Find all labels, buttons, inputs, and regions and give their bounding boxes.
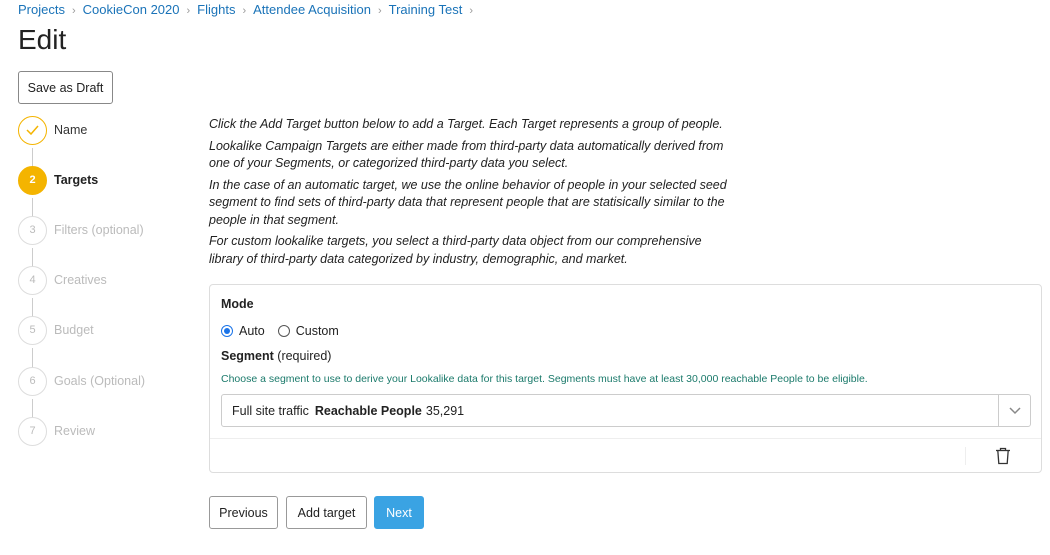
step-label: Creatives (54, 273, 107, 287)
card-divider (210, 438, 1041, 439)
step-creatives[interactable]: 4 Creatives (18, 265, 107, 295)
breadcrumb-item-cookiecon-2020[interactable]: CookieCon 2020 (83, 2, 180, 17)
step-number: 3 (18, 215, 47, 245)
chevron-down-icon[interactable] (999, 406, 1030, 415)
step-review[interactable]: 7 Review (18, 416, 95, 446)
mode-auto-radio[interactable] (221, 325, 233, 337)
breadcrumb-separator: › (242, 5, 247, 17)
segment-name: Full site traffic (232, 403, 309, 418)
step-label: Goals (Optional) (54, 374, 146, 388)
mode-label: Mode (221, 297, 254, 311)
save-as-draft-button[interactable]: Save as Draft (18, 71, 113, 104)
segment-select-value: Full site traffic Reachable People 35,29… (222, 404, 998, 418)
segment-select[interactable]: Full site traffic Reachable People 35,29… (221, 394, 1031, 427)
reachable-people-count: 35,291 (425, 403, 465, 418)
step-label: Filters (optional) (54, 223, 144, 237)
instruction-paragraph: In the case of an automatic target, we u… (209, 177, 727, 227)
segment-required-text: (required) (277, 349, 332, 363)
mode-auto-label[interactable]: Auto (239, 324, 265, 338)
previous-button[interactable]: Previous (209, 496, 278, 529)
breadcrumb-item-attendee-acquisition[interactable]: Attendee Acquisition (253, 2, 371, 17)
step-label: Targets (54, 173, 99, 187)
breadcrumb-item-training-test[interactable]: Training Test (389, 2, 463, 17)
target-card: Mode Auto Custom Segment (required) Choo… (209, 284, 1042, 473)
segment-label-text: Segment (221, 349, 274, 363)
segment-label: Segment (required) (221, 349, 331, 363)
step-number: 6 (18, 366, 47, 396)
breadcrumb-separator: › (186, 5, 191, 17)
step-label: Budget (54, 323, 94, 337)
reachable-people-label: Reachable People (314, 403, 422, 418)
step-label: Name (54, 123, 88, 137)
step-filters[interactable]: 3 Filters (optional) (18, 215, 144, 245)
breadcrumb-item-flights[interactable]: Flights (197, 2, 235, 17)
step-goals[interactable]: 6 Goals (Optional) (18, 366, 145, 396)
card-vertical-divider (965, 447, 966, 465)
step-number: 7 (18, 416, 47, 446)
step-number: 5 (18, 315, 47, 345)
step-budget[interactable]: 5 Budget (18, 315, 94, 345)
breadcrumb-item-projects[interactable]: Projects (18, 2, 65, 17)
step-number: 4 (18, 265, 47, 295)
check-icon (18, 115, 47, 145)
page-title: Edit (18, 24, 67, 55)
step-targets[interactable]: 2 Targets (18, 165, 98, 195)
step-name[interactable]: Name (18, 115, 87, 145)
mode-custom-radio[interactable] (277, 325, 290, 337)
instruction-paragraph: For custom lookalike targets, you select… (209, 234, 702, 266)
instructions: Click the Add Target button below to add… (209, 116, 729, 272)
segment-help-text: Choose a segment to use to derive your L… (221, 373, 868, 385)
step-number: 2 (18, 165, 47, 195)
breadcrumb-separator: › (71, 5, 76, 17)
instruction-paragraph: Lookalike Campaign Targets are either ma… (209, 138, 724, 171)
next-button[interactable]: Next (374, 496, 424, 529)
step-label: Review (54, 424, 95, 438)
mode-radio-group: Auto Custom (221, 324, 352, 338)
breadcrumb: Projects › CookieCon 2020 › Flights › Attendee… (18, 2, 480, 17)
breadcrumb-separator: › (469, 5, 473, 17)
mode-custom-label[interactable]: Custom (296, 324, 339, 338)
breadcrumb-separator: › (377, 5, 382, 17)
instruction-paragraph: Click the Add Target button below to add… (209, 117, 723, 131)
add-target-button[interactable]: Add target (286, 496, 367, 529)
trash-icon[interactable] (993, 445, 1013, 467)
